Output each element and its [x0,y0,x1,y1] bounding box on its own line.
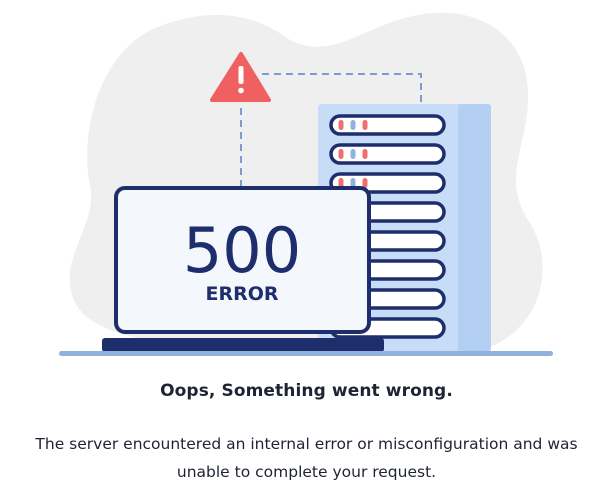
error-code: 500 [183,214,301,287]
status-led [350,149,356,159]
status-led [350,120,356,130]
error-heading: Oops, Something went wrong. [160,381,453,401]
server-unit [329,143,446,165]
server-unit [329,114,446,136]
error-message: The server encountered an internal error… [35,435,578,481]
error-illustration: 500 ERROR [59,12,553,356]
floor-line [59,351,553,356]
status-led [338,120,344,130]
status-led [338,149,344,159]
error-label: ERROR [205,283,278,305]
status-led [362,149,368,159]
status-led [362,120,368,130]
